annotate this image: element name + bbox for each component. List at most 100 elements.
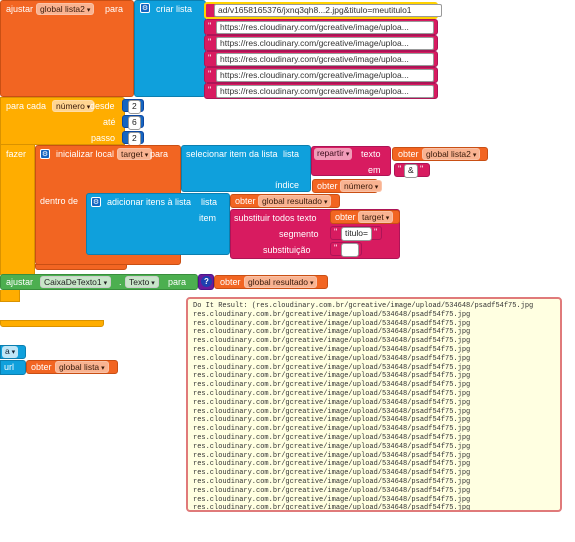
do-it-result-line: res.cloudinary.com.br/gcreative/image/up… <box>193 460 471 469</box>
quote-icon: " <box>334 243 338 253</box>
do-it-result-line: res.cloudinary.com.br/gcreative/image/up… <box>193 407 471 416</box>
partial-a-dropdown[interactable]: a <box>2 346 19 358</box>
do-it-result-lines: res.cloudinary.com.br/gcreative/image/up… <box>193 310 555 510</box>
text-item-2-value[interactable]: https://res.cloudinary.com/gcreative/ima… <box>216 21 434 34</box>
get-var-global-list[interactable]: global lista <box>55 361 109 373</box>
replace-all-label: substituir todos texto <box>234 213 317 223</box>
get-label: obter <box>335 212 356 222</box>
do-it-result-tooltip: Do It Result: (res.cloudinary.com.br/gcr… <box>186 297 562 512</box>
from-value[interactable]: 2 <box>128 100 141 114</box>
do-it-result-line: res.cloudinary.com.br/gcreative/image/up… <box>193 477 471 486</box>
do-it-result-line: res.cloudinary.com.br/gcreative/image/up… <box>193 451 471 460</box>
do-it-result-line: res.cloudinary.com.br/gcreative/image/up… <box>193 319 471 328</box>
text-item-3-value[interactable]: https://res.cloudinary.com/gcreative/ima… <box>216 37 434 50</box>
init-local-bottom <box>35 264 127 270</box>
do-it-result-line: res.cloudinary.com.br/gcreative/image/up… <box>193 363 471 372</box>
do-it-result-line: res.cloudinary.com.br/gcreative/image/up… <box>193 337 471 346</box>
segment-label: segmento <box>279 229 319 239</box>
quote-icon: " <box>354 243 358 253</box>
text-item-4-value[interactable]: https://res.cloudinary.com/gcreative/ima… <box>216 53 434 66</box>
text-item-1-value[interactable]: ad/v1658165376/jxnq3qh8...2.jpg&titulo=m… <box>214 4 442 17</box>
do-it-result-line: res.cloudinary.com.br/gcreative/image/up… <box>193 398 471 407</box>
get-label: obter <box>235 196 256 206</box>
to-range-label: até <box>103 117 116 127</box>
split-at-label: em <box>368 165 381 175</box>
text-item-5-value[interactable]: https://res.cloudinary.com/gcreative/ima… <box>216 69 434 82</box>
get-label: obter <box>31 362 52 372</box>
add-item-label: item <box>199 213 217 223</box>
quote-icon: " <box>208 21 212 31</box>
to-value[interactable]: 6 <box>128 116 141 130</box>
for-range-body-spine <box>0 145 35 275</box>
do-it-result-line: res.cloudinary.com.br/gcreative/image/up… <box>193 495 471 504</box>
quote-icon: " <box>208 37 212 47</box>
do-it-result-line: res.cloudinary.com.br/gcreative/image/up… <box>193 469 471 478</box>
select-item-label: selecionar item da lista <box>186 149 278 159</box>
replacement-label: substituição <box>263 245 311 255</box>
component-dropdown[interactable]: CaixaDeTexto1 <box>40 276 112 288</box>
quote-icon: " <box>428 85 432 95</box>
segment-value[interactable]: titulo= <box>341 227 372 241</box>
get-label: obter <box>317 181 338 191</box>
index-label: índice <box>275 180 300 190</box>
quote-icon: " <box>208 85 212 95</box>
step-label: passo <box>91 133 116 143</box>
set-label: ajustar <box>6 4 34 14</box>
do-it-result-line: res.cloudinary.com.br/gcreative/image/up… <box>193 372 471 381</box>
property-dropdown[interactable]: Texto <box>125 276 159 288</box>
quote-icon: " <box>428 37 432 47</box>
quote-icon: " <box>428 69 432 79</box>
set-label: ajustar <box>6 277 34 287</box>
do-it-result-line: res.cloudinary.com.br/gcreative/image/up… <box>193 345 471 354</box>
quote-icon: " <box>428 21 432 31</box>
add-list-label: lista <box>201 197 218 207</box>
for-each-label: para cada <box>6 101 47 111</box>
quote-icon: " <box>208 69 212 79</box>
do-it-result-line: res.cloudinary.com.br/gcreative/image/up… <box>193 354 471 363</box>
quote-icon: " <box>420 164 424 174</box>
for-range-bottom <box>0 290 20 302</box>
local-var-name[interactable]: target <box>117 148 153 160</box>
get-var-result[interactable]: global resultado <box>244 276 318 288</box>
split-text-label: texto <box>361 149 381 159</box>
loop-var-dropdown[interactable]: número <box>52 100 95 112</box>
step-value[interactable]: 2 <box>128 132 141 146</box>
quote-icon: " <box>398 164 402 174</box>
create-list-label: criar lista <box>156 4 193 14</box>
do-it-result-line: res.cloudinary.com.br/gcreative/image/up… <box>193 328 471 337</box>
var-dropdown-list2[interactable]: global lista2 <box>36 3 95 15</box>
quote-icon: " <box>428 53 432 63</box>
quote-icon: " <box>334 227 338 237</box>
get-var-list2[interactable]: global lista2 <box>422 148 481 160</box>
outer-block-bottom <box>0 320 104 327</box>
get-label: obter <box>220 277 241 287</box>
warning-help-icon[interactable]: ? <box>201 276 212 287</box>
add-items-label: adicionar itens à lista <box>107 197 192 207</box>
from-label: desde <box>90 101 115 111</box>
get-label: obter <box>398 149 419 159</box>
get-var-target[interactable]: target <box>358 211 394 223</box>
to-label: para <box>105 4 124 14</box>
do-it-result-line: res.cloudinary.com.br/gcreative/image/up… <box>193 310 471 319</box>
text-item-6-value[interactable]: https://res.cloudinary.com/gcreative/ima… <box>216 85 434 98</box>
mutator-gear-icon[interactable]: ⚙ <box>91 197 101 207</box>
list-label: lista <box>283 149 300 159</box>
do-it-result-line: res.cloudinary.com.br/gcreative/image/up… <box>193 416 471 425</box>
in-label: dentro de <box>40 196 79 206</box>
url-label: url <box>4 362 15 372</box>
do-it-result-line: res.cloudinary.com.br/gcreative/image/up… <box>193 389 471 398</box>
local-to-label: para <box>150 149 169 159</box>
dot-label: . <box>119 277 122 287</box>
mutator-gear-icon[interactable]: ⚙ <box>140 3 150 13</box>
get-var-result[interactable]: global resultado <box>258 195 332 207</box>
do-it-result-line: res.cloudinary.com.br/gcreative/image/up… <box>193 433 471 442</box>
separator-value[interactable]: & <box>404 164 418 178</box>
split-mode-dropdown[interactable]: repartir <box>314 148 353 160</box>
do-it-result-header: Do It Result: (res.cloudinary.com.br/gcr… <box>193 302 534 310</box>
do-it-result-line: res.cloudinary.com.br/gcreative/image/up… <box>193 442 471 451</box>
do-it-result-line: res.cloudinary.com.br/gcreative/image/up… <box>193 486 471 495</box>
mutator-gear-icon[interactable]: ⚙ <box>40 149 50 159</box>
get-var-number[interactable]: número <box>340 180 383 192</box>
do-label: fazer <box>6 149 27 159</box>
to-label: para <box>168 277 187 287</box>
